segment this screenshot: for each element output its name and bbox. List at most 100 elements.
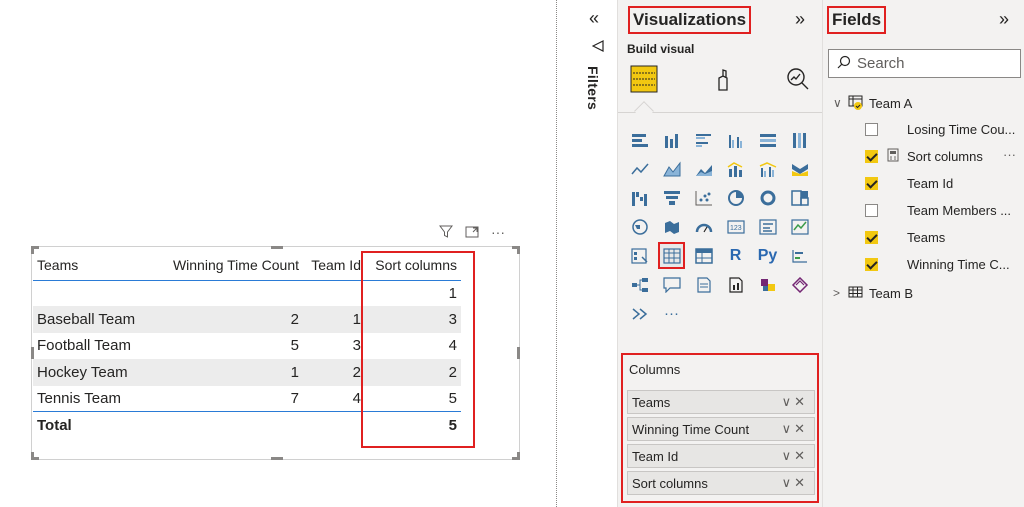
focus-mode-icon[interactable]	[464, 224, 480, 240]
filled-map-icon[interactable]	[658, 213, 685, 240]
matrix-icon[interactable]	[690, 242, 717, 269]
more-visuals-icon[interactable]	[626, 300, 653, 327]
stacked-column-chart-icon[interactable]	[658, 126, 685, 153]
card-icon[interactable]: 123	[722, 213, 749, 240]
field-checkbox[interactable]	[865, 258, 878, 271]
gauge-icon[interactable]	[690, 213, 717, 240]
more-visuals-ellipsis[interactable]: ···	[658, 300, 685, 327]
expand-filters-icon[interactable]: «	[589, 8, 599, 29]
table-cell: Hockey Team	[33, 359, 151, 386]
field-item[interactable]: Sort columns ···	[823, 146, 1024, 168]
clustered-bar-chart-icon[interactable]	[690, 126, 717, 153]
column-well-teams[interactable]: Teams ∨✕	[627, 390, 815, 414]
well-controls[interactable]: ∨✕	[782, 448, 808, 464]
field-label: Sort columns	[907, 149, 983, 164]
funnel-chart-icon[interactable]	[658, 184, 685, 211]
column-header-team-id[interactable]: Team Id	[303, 250, 365, 280]
collapse-fields-icon[interactable]: »	[999, 9, 1009, 30]
filters-pane-collapsed[interactable]: « Filters	[582, 0, 616, 507]
decomposition-tree-icon[interactable]	[626, 271, 653, 298]
kpi-icon[interactable]	[786, 213, 813, 240]
ribbon-chart-icon[interactable]	[786, 155, 813, 182]
power-apps-icon[interactable]	[754, 271, 781, 298]
svg-text:123: 123	[730, 225, 742, 232]
power-automate-icon[interactable]	[786, 271, 813, 298]
line-and-clustered-column-chart-icon[interactable]	[754, 155, 781, 182]
paginated-report-icon[interactable]	[722, 271, 749, 298]
table-visual-icon[interactable]	[658, 242, 685, 269]
table-cell: 2	[151, 306, 303, 333]
column-header-winning-time-count[interactable]: Winning Time Count	[151, 250, 303, 280]
column-well-winning-time-count[interactable]: Winning Time Count ∨✕	[627, 417, 815, 441]
field-checkbox[interactable]	[865, 231, 878, 244]
slicer-icon[interactable]	[626, 242, 653, 269]
field-item[interactable]: Losing Time Cou...	[823, 119, 1024, 141]
search-input[interactable]: Search	[828, 49, 1021, 78]
key-influencers-icon[interactable]	[786, 242, 813, 269]
filters-label[interactable]: Filters	[585, 66, 601, 110]
more-options-icon[interactable]: ···	[490, 224, 506, 240]
field-label: Winning Time C...	[907, 257, 1010, 272]
table-node-team-b[interactable]: > Team B	[823, 282, 1024, 304]
build-visual-tab-icon[interactable]	[627, 62, 661, 96]
scatter-chart-icon[interactable]	[690, 184, 717, 211]
table-cell: Tennis Team	[37, 390, 121, 407]
analytics-tab-icon[interactable]	[781, 62, 815, 96]
pie-chart-icon[interactable]	[722, 184, 749, 211]
visualizations-title: Visualizations	[628, 6, 752, 34]
table-cell	[151, 411, 303, 439]
table-cell: 1	[303, 306, 365, 333]
canvas-divider	[556, 0, 557, 507]
report-canvas: ··· Teams Winning Time Count Team Id Sor…	[0, 0, 556, 507]
waterfall-chart-icon[interactable]	[626, 184, 653, 211]
column-header-teams[interactable]: Teams	[33, 250, 151, 280]
r-script-visual-icon[interactable]: R	[722, 242, 749, 269]
line-and-stacked-column-chart-icon[interactable]	[722, 155, 749, 182]
table-cell	[303, 411, 365, 439]
clustered-column-chart-icon[interactable]	[722, 126, 749, 153]
multi-row-card-icon[interactable]	[754, 213, 781, 240]
field-checkbox[interactable]	[865, 123, 878, 136]
100-stacked-column-chart-icon[interactable]	[786, 126, 813, 153]
highlight-box-sort-columns	[361, 251, 475, 448]
field-item[interactable]: Winning Time C...	[823, 254, 1024, 276]
python-visual-icon[interactable]: Py	[754, 242, 781, 269]
format-visual-tab-icon[interactable]	[707, 62, 741, 96]
treemap-icon[interactable]	[786, 184, 813, 211]
qa-visual-icon[interactable]	[658, 271, 685, 298]
table-node-team-a[interactable]: ∨ Team A	[823, 92, 1024, 114]
column-well-sort-columns[interactable]: Sort columns ∨✕	[627, 471, 815, 495]
stacked-area-chart-icon[interactable]	[690, 155, 717, 182]
well-label: Teams	[632, 394, 671, 410]
visual-header: ···	[438, 224, 506, 240]
field-checkbox[interactable]	[865, 204, 878, 217]
well-label: Team Id	[632, 448, 679, 464]
field-item[interactable]: Team Id	[823, 173, 1024, 195]
collapse-visualizations-icon[interactable]: »	[795, 9, 805, 30]
field-item[interactable]: Teams	[823, 227, 1024, 249]
donut-chart-icon[interactable]	[754, 184, 781, 211]
smart-narrative-icon[interactable]	[690, 271, 717, 298]
search-placeholder: Search	[857, 55, 905, 72]
field-item[interactable]: Team Members ...	[823, 200, 1024, 222]
table-cell	[151, 280, 303, 306]
stacked-bar-chart-icon[interactable]	[626, 126, 653, 153]
chevron-down-icon[interactable]: ∨	[833, 96, 842, 110]
columns-label: Columns	[629, 362, 681, 377]
chevron-right-icon[interactable]: >	[833, 286, 840, 300]
field-checkbox[interactable]	[865, 150, 878, 163]
well-controls[interactable]: ∨✕	[782, 475, 808, 491]
100-stacked-bar-chart-icon[interactable]	[754, 126, 781, 153]
well-controls[interactable]: ∨✕	[782, 394, 808, 410]
more-options-icon[interactable]: ···	[1003, 147, 1016, 162]
line-chart-icon[interactable]	[626, 155, 653, 182]
table-name: Team B	[869, 285, 914, 301]
table-cell: 5	[290, 337, 299, 355]
well-controls[interactable]: ∨✕	[782, 421, 808, 437]
column-well-team-id[interactable]: Team Id ∨✕	[627, 444, 815, 468]
table-cell	[33, 280, 151, 306]
area-chart-icon[interactable]	[658, 155, 685, 182]
filter-icon[interactable]	[438, 224, 454, 240]
map-icon[interactable]	[626, 213, 653, 240]
field-checkbox[interactable]	[865, 177, 878, 190]
